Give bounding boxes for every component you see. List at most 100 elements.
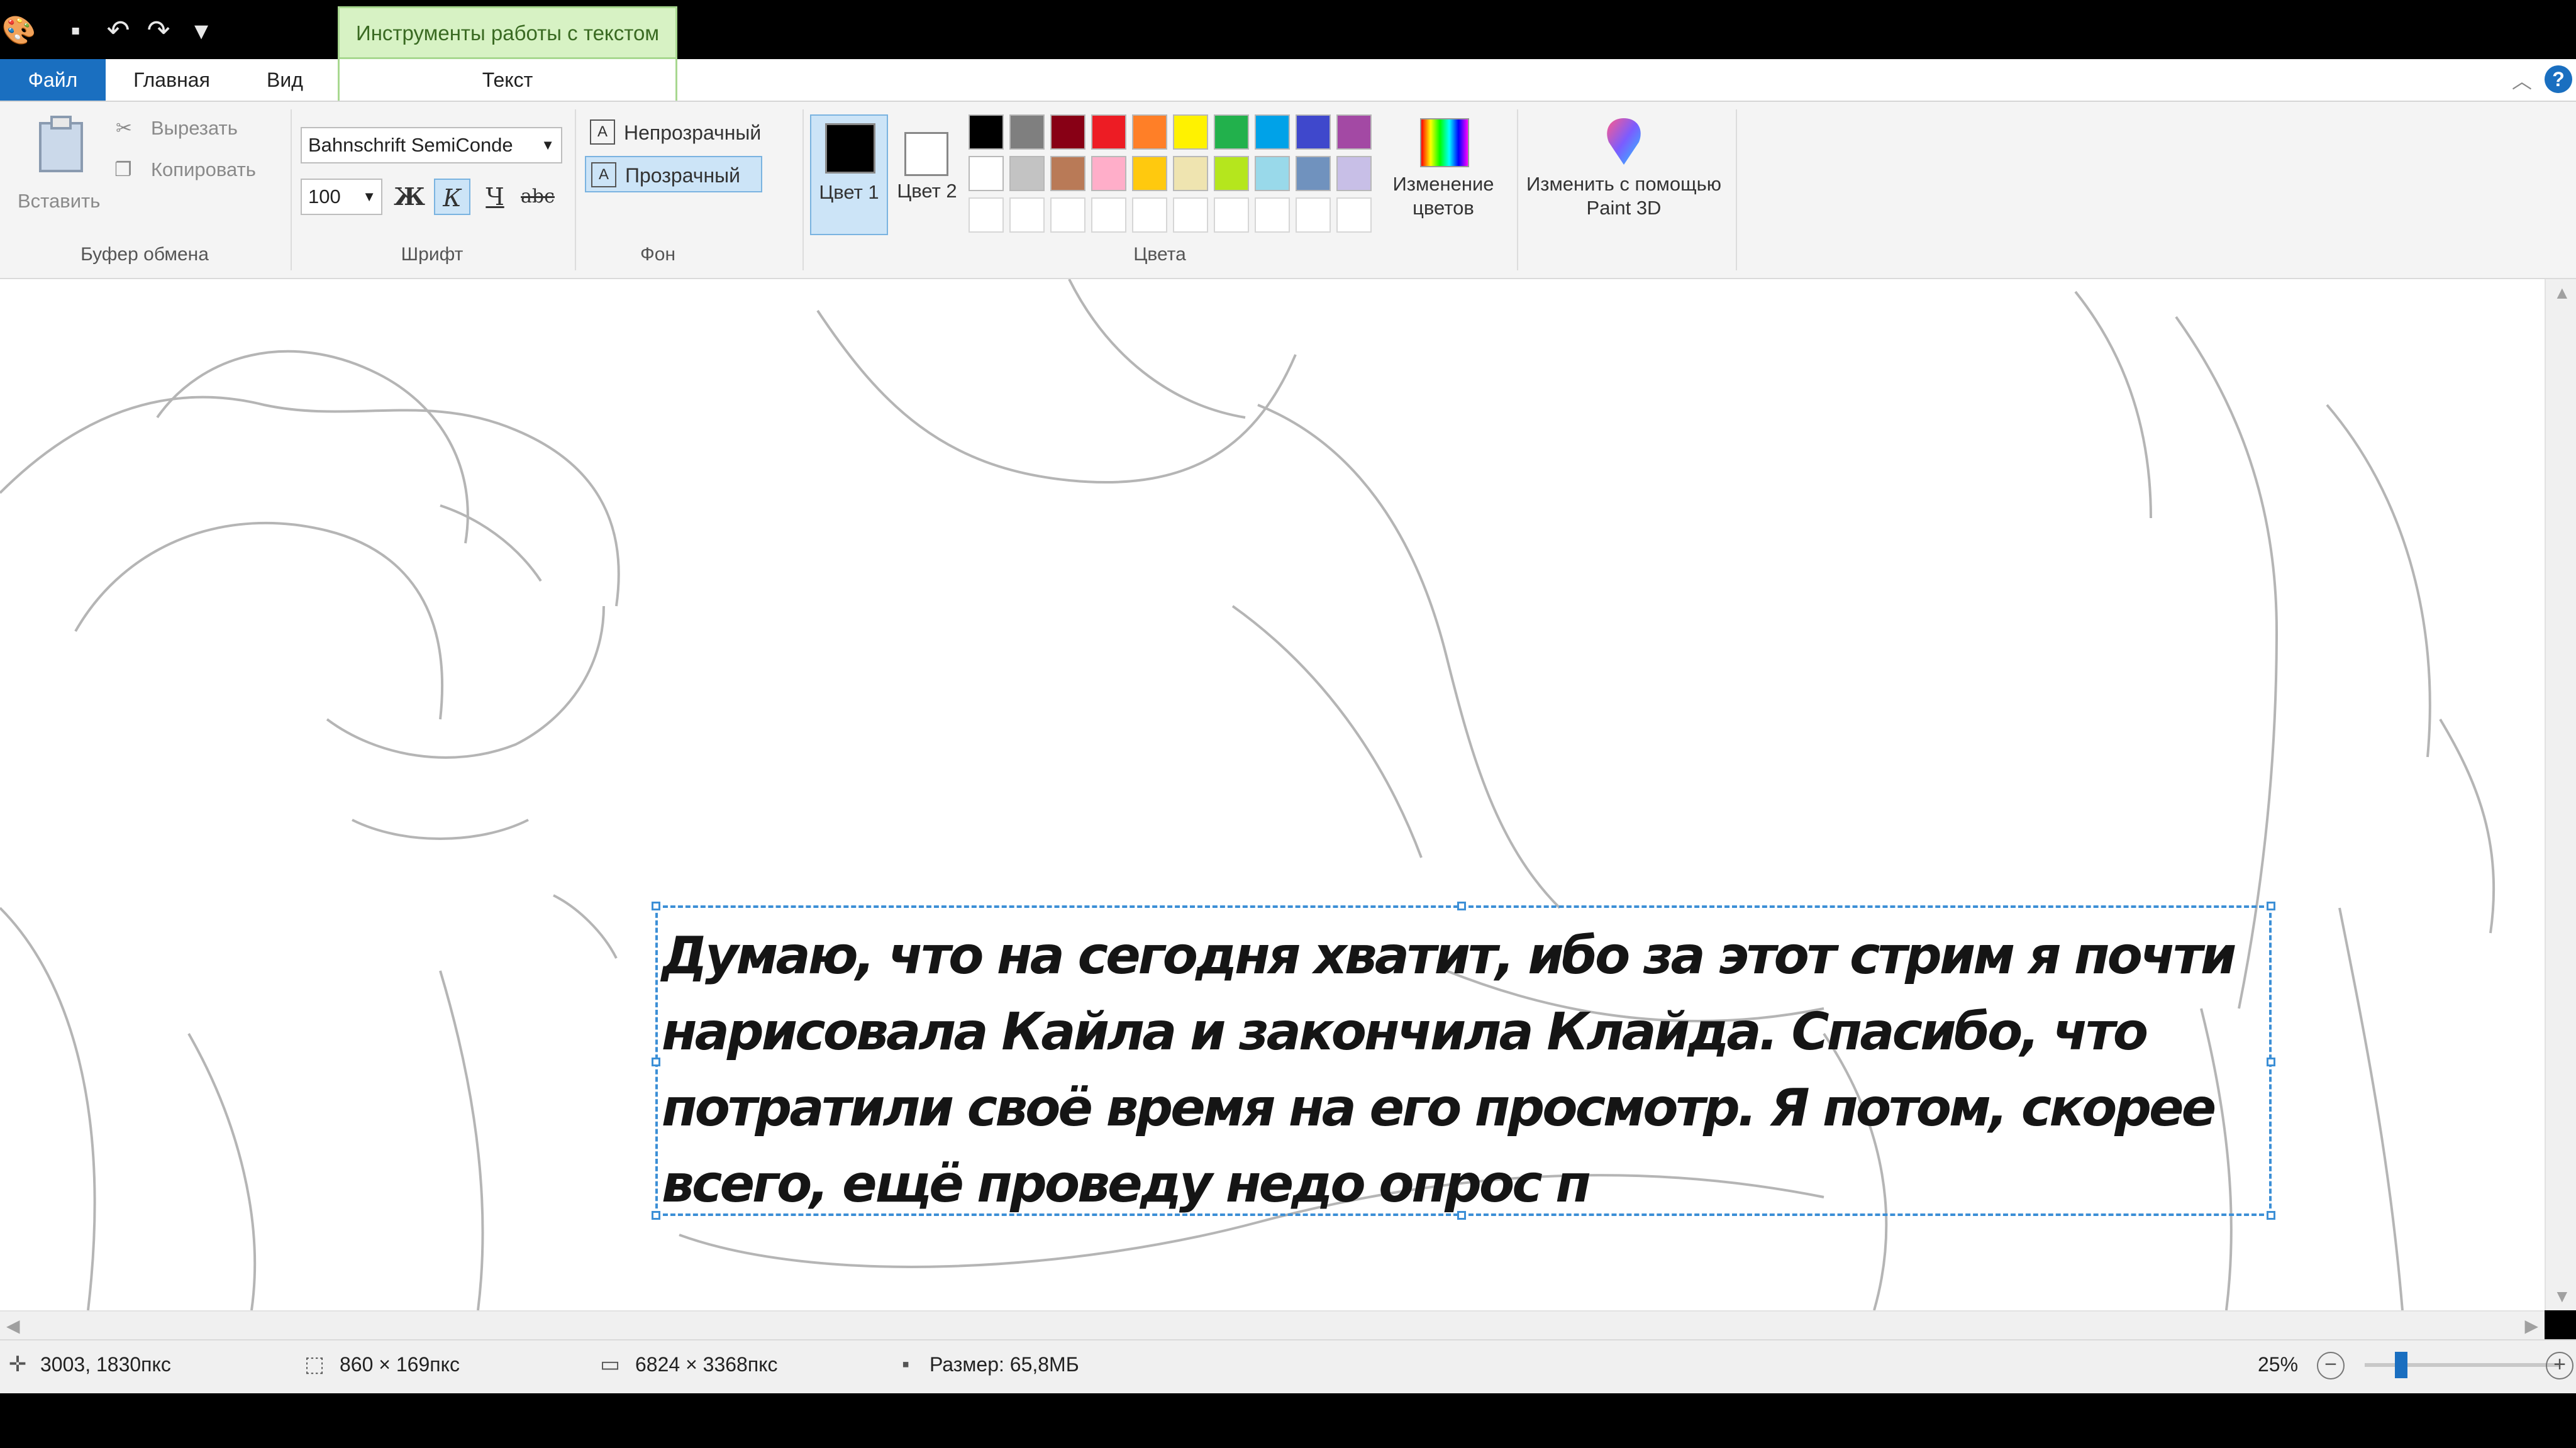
palette-swatch[interactable] [1132, 114, 1167, 150]
palette-swatch[interactable] [1336, 156, 1372, 191]
zoom-out-icon[interactable]: − [2317, 1352, 2345, 1379]
palette-swatch[interactable] [1091, 156, 1126, 191]
text-tools-context-label: Инструменты работы с текстом [338, 6, 677, 59]
save-icon[interactable]: ▪ [57, 14, 94, 48]
chevron-down-icon: ▼ [362, 189, 376, 204]
color1-label: Цвет 1 [819, 181, 879, 203]
file-size-icon: ▪ [901, 1352, 910, 1376]
paint-app-icon[interactable]: 🎨 [0, 14, 38, 48]
scroll-down-icon[interactable]: ▼ [2553, 1286, 2571, 1307]
transparent-label: Прозрачный [625, 164, 741, 187]
palette-swatch[interactable] [1009, 197, 1045, 233]
opaque-button[interactable]: A Непрозрачный [585, 114, 786, 151]
copy-icon: ❐ [114, 158, 132, 180]
italic-button[interactable]: К [434, 179, 470, 215]
ribbon: Вставить ✂ Вырезать ❐ Копировать Буфер о… [0, 102, 2576, 279]
cursor-position: 3003, 1830пкс [40, 1353, 171, 1376]
font-size-value: 100 [308, 185, 341, 207]
palette-swatch[interactable] [1173, 114, 1208, 150]
palette-swatch[interactable] [1173, 156, 1208, 191]
zoom-in-icon[interactable]: + [2546, 1352, 2573, 1379]
palette-swatch[interactable] [1214, 197, 1249, 233]
palette-swatch[interactable] [969, 197, 1004, 233]
paint3d-button[interactable]: Изменить с помощью Paint 3D [1523, 114, 1724, 240]
collapse-ribbon-icon[interactable]: ︿ [2512, 65, 2532, 94]
color1-button[interactable]: Цвет 1 [810, 114, 888, 235]
palette-swatch[interactable] [1091, 197, 1126, 233]
redo-icon[interactable]: ↷ [140, 14, 177, 48]
zoom-slider[interactable] [2365, 1352, 2560, 1378]
color-palette [969, 114, 1384, 233]
palette-swatch[interactable] [1296, 114, 1331, 150]
colors-group-label: Цвета [1133, 244, 1186, 265]
tab-view[interactable]: Вид [238, 59, 332, 101]
quick-access-customize-icon[interactable]: ▾ [182, 14, 220, 48]
tab-home[interactable]: Главная [106, 59, 238, 101]
palette-swatch[interactable] [969, 114, 1004, 150]
resize-handle[interactable] [2267, 902, 2275, 910]
color2-label: Цвет 2 [897, 180, 957, 202]
paste-button[interactable]: Вставить [18, 111, 100, 218]
horizontal-scrollbar[interactable]: ◀ ▶ [0, 1310, 2545, 1339]
zoom-slider-thumb[interactable] [2395, 1352, 2407, 1378]
palette-swatch[interactable] [1214, 114, 1249, 150]
transparent-button[interactable]: A Прозрачный [585, 156, 762, 192]
opaque-label: Непрозрачный [624, 121, 762, 144]
palette-swatch[interactable] [1173, 197, 1208, 233]
palette-swatch[interactable] [1214, 156, 1249, 191]
palette-swatch[interactable] [1050, 156, 1085, 191]
palette-swatch[interactable] [1132, 197, 1167, 233]
palette-swatch[interactable] [1336, 114, 1372, 150]
cut-icon: ✂ [116, 117, 132, 139]
opaque-text-icon: A [590, 119, 615, 145]
font-size-select[interactable]: 100 ▼ [301, 179, 382, 215]
color-spectrum-icon [1420, 118, 1469, 167]
palette-swatch[interactable] [1296, 197, 1331, 233]
cursor-position-icon: ✛ [8, 1352, 27, 1376]
palette-swatch[interactable] [1009, 114, 1045, 150]
canvas-text[interactable]: Думаю, что на сегодня хватит, ибо за это… [662, 918, 2259, 1222]
strikethrough-button[interactable]: abc [519, 179, 556, 215]
tab-file[interactable]: Файл [0, 59, 106, 101]
undo-icon[interactable]: ↶ [99, 14, 137, 48]
font-family-select[interactable]: Bahnschrift SemiConde ▼ [301, 127, 562, 163]
scroll-right-icon[interactable]: ▶ [2524, 1315, 2538, 1336]
palette-swatch[interactable] [1255, 156, 1290, 191]
resize-handle[interactable] [652, 1211, 660, 1220]
color2-button[interactable]: Цвет 2 [888, 114, 966, 235]
cut-button[interactable]: Вырезать [151, 117, 238, 140]
palette-swatch[interactable] [1009, 156, 1045, 191]
palette-swatch[interactable] [1132, 156, 1167, 191]
image-size: 6824 × 3368пкс [635, 1353, 778, 1376]
scroll-up-icon[interactable]: ▲ [2553, 283, 2571, 303]
selection-size-icon: ⬚ [304, 1352, 325, 1376]
edit-colors-button[interactable]: Изменение цветов [1384, 114, 1503, 240]
color2-swatch [904, 132, 948, 176]
palette-swatch[interactable] [969, 156, 1004, 191]
underline-button[interactable]: Ч [477, 179, 513, 215]
tab-text[interactable]: Текст [338, 59, 677, 101]
resize-handle[interactable] [1457, 902, 1466, 910]
group-divider [1517, 109, 1518, 270]
palette-swatch[interactable] [1336, 197, 1372, 233]
status-bar: ✛ 3003, 1830пкс ⬚ 860 × 169пкс ▭ 6824 × … [0, 1339, 2576, 1393]
ribbon-tabs: Файл Главная Вид Текст ︿ ? [0, 59, 2576, 102]
palette-swatch[interactable] [1050, 114, 1085, 150]
bold-button[interactable]: Ж [391, 179, 428, 215]
resize-handle[interactable] [652, 1058, 660, 1066]
palette-swatch[interactable] [1296, 156, 1331, 191]
scroll-left-icon[interactable]: ◀ [6, 1315, 20, 1336]
resize-handle[interactable] [2267, 1058, 2275, 1066]
help-icon[interactable]: ? [2545, 65, 2572, 93]
drawing-canvas[interactable]: Думаю, что на сегодня хватит, ибо за это… [0, 279, 2576, 1310]
resize-handle[interactable] [652, 902, 660, 910]
palette-swatch[interactable] [1255, 197, 1290, 233]
resize-handle[interactable] [2267, 1211, 2275, 1220]
palette-swatch[interactable] [1050, 197, 1085, 233]
paint3d-icon [1607, 118, 1641, 165]
palette-swatch[interactable] [1091, 114, 1126, 150]
palette-swatch[interactable] [1255, 114, 1290, 150]
copy-button[interactable]: Копировать [151, 158, 256, 181]
vertical-scrollbar[interactable]: ▲ ▼ [2545, 279, 2576, 1310]
clipboard-group-label: Буфер обмена [80, 244, 209, 265]
